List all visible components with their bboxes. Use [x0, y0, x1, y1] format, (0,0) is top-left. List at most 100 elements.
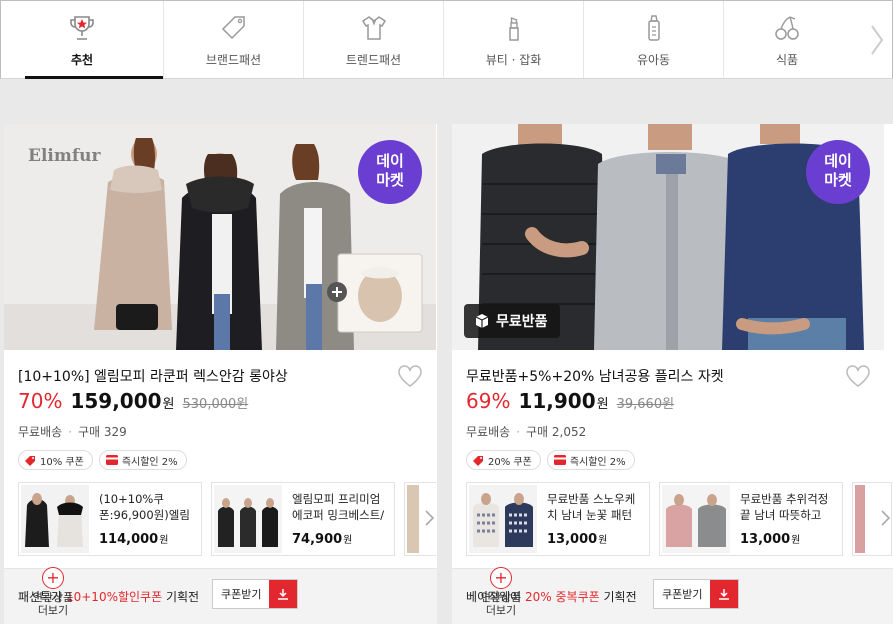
related-thumbnail [469, 485, 537, 553]
coupon-tag: 10% 쿠폰 [18, 450, 93, 470]
category-nav: 추천 브랜드패션 트렌드패션 뷰티 · 잡화 유아동 식품 [0, 0, 893, 79]
tab-label: 식품 [775, 53, 799, 67]
instant-discount-tag: 즉시할인 2% [98, 450, 187, 470]
chevron-right-icon[interactable] [422, 508, 436, 532]
coupon-tag: 20% 쿠폰 [466, 450, 541, 470]
baby-bottle-icon [637, 11, 671, 45]
download-icon [269, 580, 298, 608]
related-more-label: 연관상품 더보기 [480, 591, 522, 617]
promo-footer: 베이직웨어 20% 중복쿠폰 기획전 쿠폰받기 + 연관상품 더보기 [452, 567, 893, 624]
related-price: 13,000원 [547, 531, 607, 547]
related-products: (10+10%쿠폰:96,900원)엘림 114,000원 엘림모피 프리미엄 … [18, 482, 436, 556]
coupon-tag-label: 20% 쿠폰 [488, 456, 532, 468]
promo-suffix: 기획전 [162, 590, 200, 604]
promo-suffix: 기획전 [599, 590, 637, 604]
badge-line: 데이 마켓 [376, 152, 404, 189]
chevron-right-icon[interactable] [878, 508, 892, 532]
tab-label: 브랜드패션 [205, 53, 262, 67]
related-price: 13,000원 [740, 531, 800, 547]
related-price: 74,900원 [292, 531, 352, 547]
free-return-badge: 무료반품 [464, 304, 560, 338]
tab-trend-fashion[interactable]: 트렌드패션 [304, 1, 444, 78]
price-value: 159,000 [70, 389, 162, 413]
related-title: 무료반품 스노우케치 남녀 눈꽃 패턴 [547, 492, 636, 522]
original-price: 530,000원 [182, 397, 249, 412]
free-return-label: 무료반품 [496, 314, 548, 330]
related-price: 114,000원 [99, 531, 168, 547]
tab-label: 뷰티 · 잡화 [485, 53, 542, 67]
coupon-button-label: 쿠폰받기 [221, 588, 262, 601]
related-title: (10+10%쿠폰:96,900원)엘림 [99, 492, 190, 522]
related-price-value: 74,900 [292, 532, 343, 547]
plus-icon: + [42, 567, 64, 589]
product-card[interactable]: 데이 마켓 무료반품 무료반품+5%+20% 남녀공용 플리스 자켓 69% 1… [452, 124, 893, 624]
currency: 원 [343, 535, 353, 546]
related-item[interactable]: (10+10%쿠폰:96,900원)엘림 114,000원 [18, 482, 202, 556]
related-item[interactable]: 엘림모피 프리미엄 에코퍼 밍크베스트/ 74,900원 [211, 482, 395, 556]
coupon-tag-icon [473, 455, 483, 466]
discount-rate: 70% [18, 389, 63, 413]
tab-food[interactable]: 식품 [724, 1, 850, 78]
purchase-count: 구매 2,052 [526, 425, 587, 439]
tab-kids[interactable]: 유아동 [584, 1, 724, 78]
lipstick-icon [497, 11, 531, 45]
tab-label: 유아동 [636, 53, 671, 67]
instant-discount-label: 즉시할인 2% [569, 456, 626, 468]
related-price-value: 114,000 [99, 532, 159, 547]
sale-price: 11,900원 [518, 389, 608, 413]
related-thumbnail [214, 485, 282, 553]
shirt-icon [357, 11, 391, 45]
product-title[interactable]: 무료반품+5%+20% 남녀공용 플리스 자켓 [466, 366, 724, 386]
related-price-value: 13,000 [740, 532, 791, 547]
related-thumbnail [21, 485, 89, 553]
tab-recommend[interactable]: 추천 [1, 1, 164, 79]
promo-footer: 패션특가 10+10%할인쿠폰 기획전 쿠폰받기 + 연관상품 더보기 [4, 567, 437, 624]
product-card[interactable]: Elimfur 데이 마켓 [10+10%] 엘림모피 라쿤퍼 렉스안감 롱야상… [4, 124, 437, 624]
product-image[interactable]: Elimfur 데이 마켓 [4, 124, 436, 350]
shipping-info: 무료배송 [466, 425, 511, 439]
related-item[interactable]: 무료반품 스노우케치 남녀 눈꽃 패턴 13,000원 [466, 482, 650, 556]
tab-label: 추천 [70, 53, 94, 67]
price-value: 11,900 [518, 389, 596, 413]
coupon-download-button[interactable]: 쿠폰받기 [653, 579, 740, 609]
instant-discount-tag: 즉시할인 2% [546, 450, 635, 470]
coupon-download-button[interactable]: 쿠폰받기 [212, 579, 299, 609]
tab-beauty-goods[interactable]: 뷰티 · 잡화 [444, 1, 584, 78]
benefit-tags: 20% 쿠폰 즉시할인 2% [466, 450, 635, 470]
price-tag-icon [217, 11, 251, 45]
box-icon [475, 314, 489, 328]
shipping-info: 무료배송 [18, 425, 63, 439]
active-tab-underline [25, 76, 163, 79]
related-more-button[interactable]: + 연관상품 더보기 [476, 567, 526, 617]
product-image[interactable]: 데이 마켓 무료반품 [452, 124, 884, 350]
download-icon [710, 580, 739, 608]
day-market-badge: 데이 마켓 [806, 140, 870, 204]
currency: 원 [791, 535, 801, 546]
instant-discount-label: 즉시할인 2% [121, 456, 178, 468]
brand-watermark: Elimfur [28, 146, 101, 166]
coupon-tag-icon [25, 455, 35, 466]
promo-highlight: 10+10%할인쿠폰 [65, 590, 163, 604]
related-title: 엘림모피 프리미엄 에코퍼 밍크베스트/ [292, 492, 385, 522]
tab-brand-fashion[interactable]: 브랜드패션 [164, 1, 304, 78]
coupon-button-label: 쿠폰받기 [662, 588, 703, 601]
related-item[interactable]: 무료반품 추위걱정 끝 남녀 따뜻하고 13,000원 [659, 482, 843, 556]
coupon-tag-label: 10% 쿠폰 [40, 456, 84, 468]
original-price: 39,660원 [616, 397, 675, 412]
product-title[interactable]: [10+10%] 엘림모피 라쿤퍼 렉스안감 롱야상 [18, 366, 288, 386]
related-products: 무료반품 스노우케치 남녀 눈꽃 패턴 13,000원 무료반품 추위걱정 끝 … [466, 482, 892, 556]
price-line: 70% 159,000원 530,000원 [18, 389, 248, 413]
related-more-label: 연관상품 더보기 [32, 591, 74, 617]
related-more-button[interactable]: + 연관상품 더보기 [28, 567, 78, 617]
product-meta: 무료배송 · 구매 329 [18, 425, 127, 439]
currency: 원 [159, 535, 169, 546]
benefit-tags: 10% 쿠폰 즉시할인 2% [18, 450, 187, 470]
trophy-icon [65, 11, 99, 45]
promo-highlight: 20% 중복쿠폰 [525, 590, 600, 604]
day-market-badge: 데이 마켓 [358, 140, 422, 204]
nav-next-arrow-icon[interactable] [862, 1, 892, 78]
plus-icon: + [490, 567, 512, 589]
heart-icon[interactable] [397, 364, 423, 392]
heart-icon[interactable] [845, 364, 871, 392]
currency: 원 [596, 397, 609, 412]
